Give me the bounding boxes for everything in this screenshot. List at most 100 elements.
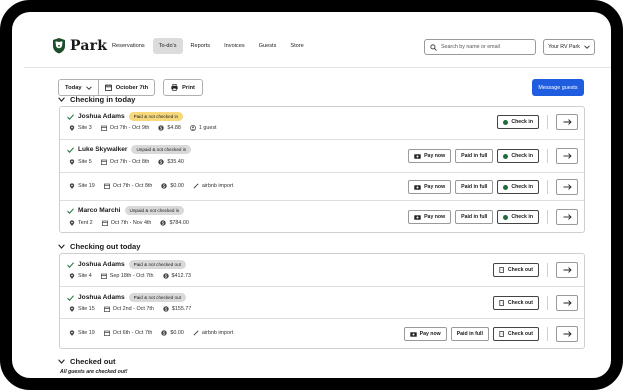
guest-count: 1 guest (198, 125, 217, 131)
status-dot-icon (503, 184, 509, 190)
arrow-right-icon (563, 300, 572, 306)
check-in-label: Check in (511, 214, 533, 220)
divider (547, 210, 548, 224)
import-source: airbnb import (201, 183, 234, 189)
guest-name[interactable]: Luke Skywalker (78, 146, 127, 153)
divider (547, 263, 548, 277)
nav-todos[interactable]: To-do's (152, 38, 183, 54)
date-range: Oct 7th - Oct 8th (109, 159, 150, 165)
chevron-down-icon (85, 85, 92, 90)
amount: $4.88 (167, 125, 181, 131)
status-dot-icon (503, 119, 509, 125)
open-reservation-button[interactable] (556, 326, 578, 342)
scrollbar[interactable] (614, 74, 619, 386)
list-item: Marco Marchi Unpaid & not checked in Ten… (60, 200, 584, 232)
pay-now-label: Pay now (419, 331, 441, 337)
pencil-icon (193, 330, 199, 336)
check-out-button[interactable]: Check out (492, 263, 539, 277)
nav-store[interactable]: Store (284, 38, 309, 54)
paid-in-full-button[interactable]: Paid in full (455, 180, 494, 194)
checkmark-icon (67, 113, 74, 120)
amount: $0.00 (170, 183, 184, 189)
cash-icon (414, 153, 421, 159)
check-in-label: Check in (511, 119, 533, 125)
dollar-icon: $ (161, 330, 168, 336)
guest-name[interactable]: Joshua Adams (78, 294, 125, 301)
amount: $784.00 (169, 220, 189, 226)
checking-in-title: Checking in today (70, 95, 136, 104)
logo[interactable]: Park (52, 37, 107, 54)
checking-in-card: Joshua Adams Paid & not checked in Site … (59, 106, 585, 233)
day-select[interactable]: Today (59, 80, 98, 95)
cash-icon (414, 184, 421, 190)
date-label: October 7th (115, 84, 149, 91)
park-select[interactable]: Your RV Park (543, 39, 595, 55)
open-reservation-button[interactable] (556, 262, 578, 278)
check-in-button[interactable]: Check in (497, 149, 539, 163)
check-out-label: Check out (507, 300, 533, 306)
guest-name[interactable]: Marco Marchi (78, 207, 121, 214)
pay-now-button[interactable]: Pay now (408, 180, 452, 194)
check-out-label: Check out (507, 331, 533, 337)
site-label: Site 5 (78, 159, 92, 165)
calendar-icon (103, 330, 110, 336)
top-nav: Park Reservations To-do's Reports Invoic… (24, 24, 611, 68)
list-item: Site 19 Oct 6th - Oct 7th $ $0.00 airbnb … (60, 318, 584, 348)
site-label: Site 15 (78, 306, 95, 312)
nav-reservations[interactable]: Reservations (106, 38, 151, 54)
chevron-down-icon (58, 97, 65, 102)
users-icon (189, 125, 196, 131)
location-pin-icon (69, 125, 75, 131)
logo-text: Park (70, 37, 108, 54)
check-in-button[interactable]: Check in (497, 115, 539, 129)
open-reservation-button[interactable] (556, 114, 578, 130)
location-pin-icon (69, 183, 75, 189)
paid-in-full-button[interactable]: Paid in full (455, 149, 494, 163)
date-picker[interactable]: October 7th (97, 80, 155, 95)
message-guests-button[interactable]: Message guests (532, 79, 584, 96)
nav-invoices[interactable]: Invoices (218, 38, 251, 54)
svg-text:$: $ (164, 274, 167, 279)
search-input[interactable]: Search by name or email (424, 39, 536, 55)
printer-icon (171, 84, 178, 91)
nav-reports[interactable]: Reports (185, 38, 217, 54)
open-reservation-button[interactable] (556, 179, 578, 195)
checked-out-header[interactable]: Checked out (58, 357, 116, 366)
open-reservation-button[interactable] (556, 148, 578, 164)
check-out-button[interactable]: Check out (492, 296, 539, 310)
print-button[interactable]: Print (163, 79, 203, 96)
calendar-icon (103, 183, 110, 189)
checking-in-header[interactable]: Checking in today (58, 95, 135, 104)
check-in-button[interactable]: Check in (497, 210, 539, 224)
list-item: Joshua Adams Paid & not checked out Site… (60, 286, 584, 318)
paid-in-full-button[interactable]: Paid in full (450, 327, 489, 341)
check-in-button[interactable]: Check in (497, 180, 539, 194)
check-out-button[interactable]: Check out (492, 327, 539, 341)
date-control: Today October 7th (58, 79, 156, 96)
cash-icon (409, 331, 417, 337)
site-label: Site 19 (78, 330, 95, 336)
calendar-icon (100, 159, 107, 165)
guest-name[interactable]: Joshua Adams (78, 113, 125, 120)
status-badge: Paid & not checked out (128, 293, 186, 302)
amount: $0.00 (170, 330, 184, 336)
paid-in-full-button[interactable]: Paid in full (455, 210, 494, 224)
svg-text:$: $ (160, 160, 163, 165)
arrow-right-icon (563, 184, 572, 190)
nav-guests[interactable]: Guests (253, 38, 283, 54)
pay-now-button[interactable]: Pay now (408, 149, 452, 163)
open-reservation-button[interactable] (556, 209, 578, 225)
pay-now-button[interactable]: Pay now (403, 327, 447, 341)
checkmark-icon (67, 294, 74, 301)
open-reservation-button[interactable] (556, 295, 578, 311)
checking-out-header[interactable]: Checking out today (58, 242, 140, 251)
guest-name[interactable]: Joshua Adams (78, 261, 125, 268)
pay-now-button[interactable]: Pay now (408, 210, 452, 224)
date-range: Sep 18th - Oct 7th (109, 273, 154, 279)
calendar-icon (101, 220, 108, 226)
chevron-down-icon (58, 244, 65, 249)
date-range: Oct 2nd - Oct 7th (112, 306, 154, 312)
location-pin-icon (69, 220, 75, 226)
location-pin-icon (69, 306, 75, 312)
chevron-down-icon (58, 359, 65, 364)
